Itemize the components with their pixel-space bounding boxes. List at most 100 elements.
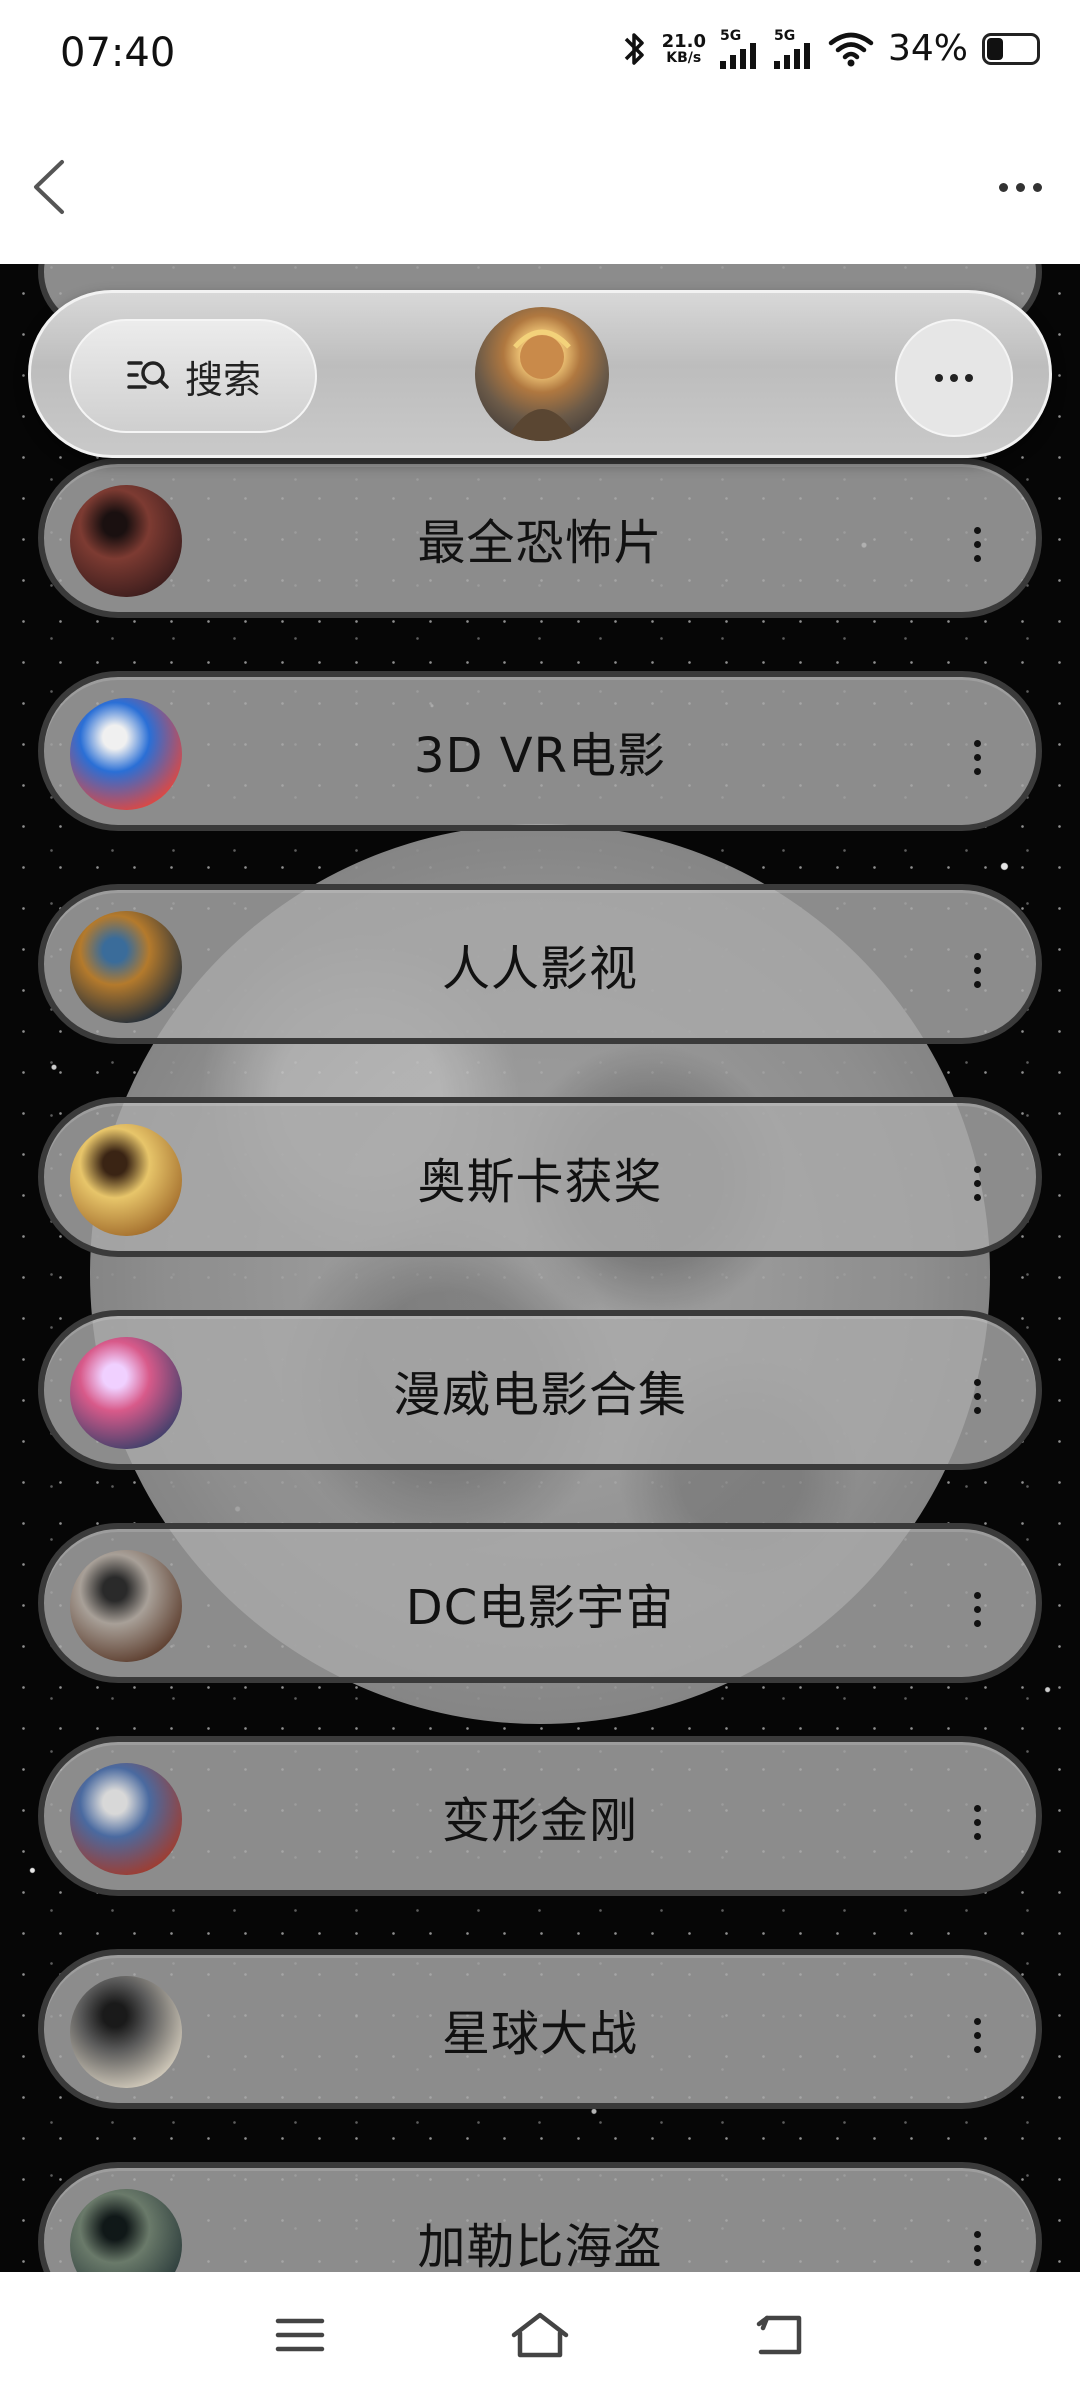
dot-icon [973,2230,981,2238]
signal-1: 5G [719,27,760,69]
battery-icon [982,32,1040,65]
signal-2-label: 5G [773,27,796,44]
list-item-menu-button[interactable] [962,1366,992,1426]
list-item-title: 星球大战 [441,2006,638,2062]
net-speed-value: 21.0 [661,30,706,52]
nav-header [0,110,1080,264]
floating-more-button[interactable] [895,319,1013,437]
screen: 07:40 21.0 KB/s 5G 5G 34% 最全恐怖片 3D VR电影 … [0,0,1080,2400]
list-item-thumbnail [70,1337,182,1449]
list-item[interactable]: 最全恐怖片 [38,458,1042,618]
signal-bars-icon [719,42,756,69]
dot-icon [973,1406,981,1414]
dot-icon [973,1818,981,1826]
return-icon [756,2315,802,2355]
dot-icon [935,374,943,382]
system-nav-bar [0,2272,1080,2400]
dot-icon [973,1193,981,1201]
signal-2: 5G [773,27,814,69]
list-item-title: DC电影宇宙 [405,1580,675,1636]
dot-icon [973,952,981,960]
status-time: 07:40 [60,30,176,76]
dot-icon [973,1619,981,1627]
dot-icon [1015,182,1025,192]
list-item-menu-button[interactable] [962,2005,992,2065]
dot-icon [973,739,981,747]
dot-icon [973,540,981,548]
list-item-menu-button[interactable] [962,727,992,787]
floating-bar: 搜索 [28,290,1052,458]
bluetooth-icon [624,32,644,65]
list-item[interactable]: 人人影视 [38,884,1042,1044]
list-item[interactable]: 奥斯卡获奖 [38,1097,1042,1257]
dot-icon [973,2031,981,2039]
home-button[interactable] [500,2300,580,2370]
list-item-thumbnail [70,698,182,810]
list-item-menu-button[interactable] [962,940,992,1000]
list-item-title: 漫威电影合集 [392,1367,687,1423]
back-nav-button[interactable] [740,2300,820,2370]
dot-icon [973,1804,981,1812]
net-speed-unit: KB/s [666,49,702,66]
list-item-thumbnail [70,911,182,1023]
menu-icon [275,2318,325,2352]
list-item-menu-button[interactable] [962,1579,992,1639]
dot-icon [950,374,958,382]
back-button[interactable] [22,152,92,222]
search-button[interactable]: 搜索 [69,319,317,433]
list-item-menu-button[interactable] [962,1153,992,1213]
dot-icon [973,1591,981,1599]
status-icons: 21.0 KB/s 5G 5G 34% [620,28,1040,69]
dot-icon [973,1832,981,1840]
list-item-title: 3D VR电影 [414,728,666,784]
list-item[interactable]: 漫威电影合集 [38,1310,1042,1470]
list-item[interactable]: 星球大战 [38,1949,1042,2109]
list-item-menu-button[interactable] [962,514,992,574]
dot-icon [973,554,981,562]
dot-icon [973,2244,981,2252]
list-item-title: 人人影视 [441,941,638,997]
dot-icon [965,374,973,382]
more-options-button[interactable] [980,152,1060,222]
net-speed: 21.0 KB/s [662,32,706,66]
dot-icon [973,1605,981,1613]
chevron-left-icon [34,160,64,214]
wifi-icon [828,32,874,66]
avatar-figure-icon [505,329,579,441]
status-bar: 07:40 21.0 KB/s 5G 5G 34% [0,0,1080,110]
menu-button[interactable] [260,2300,340,2370]
list-item-title: 奥斯卡获奖 [417,1154,663,1210]
list-item-thumbnail [70,485,182,597]
list-item-title: 变形金刚 [441,1793,638,1849]
dot-icon [1032,182,1042,192]
list-item-thumbnail [70,1976,182,2088]
dot-icon [973,966,981,974]
battery-percent: 34% [887,28,968,69]
search-icon [127,361,169,389]
list-item[interactable]: DC电影宇宙 [38,1523,1042,1683]
dot-icon [973,2045,981,2053]
list-item-title: 最全恐怖片 [417,515,663,571]
list-item-thumbnail [70,1124,182,1236]
dot-icon [998,182,1008,192]
profile-avatar[interactable] [475,307,609,441]
dot-icon [973,1179,981,1187]
dot-icon [973,526,981,534]
list-item[interactable]: 3D VR电影 [38,671,1042,831]
dot-icon [973,2258,981,2266]
signal-bars-icon [773,42,810,69]
list-item-menu-button[interactable] [962,1792,992,1852]
dot-icon [973,1165,981,1173]
list-item[interactable]: 变形金刚 [38,1736,1042,1896]
dot-icon [973,980,981,988]
home-icon [511,2312,569,2358]
dot-icon [973,1378,981,1386]
list-item-thumbnail [70,1763,182,1875]
list-item-thumbnail [70,1550,182,1662]
dot-icon [973,2017,981,2025]
signal-1-label: 5G [719,27,742,44]
dot-icon [973,753,981,761]
dot-icon [973,1392,981,1400]
list-item-menu-button[interactable] [962,2218,992,2278]
search-label: 搜索 [184,357,261,402]
